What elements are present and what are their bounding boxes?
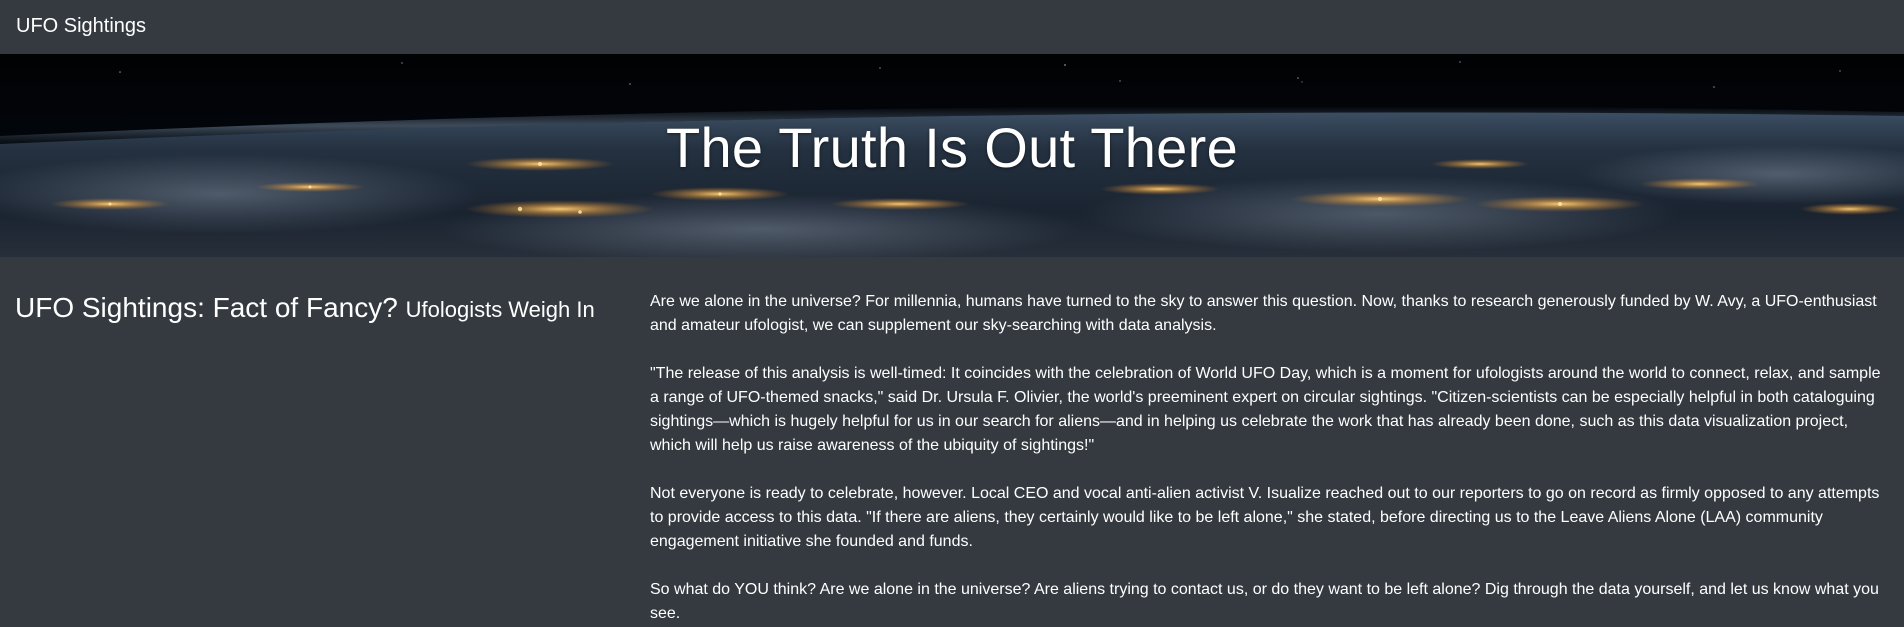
- main-content: UFO Sightings: Fact of Fancy? Ufologists…: [0, 257, 1904, 627]
- article-heading: UFO Sightings: Fact of Fancy? Ufologists…: [15, 291, 635, 325]
- article-paragraph-3: Not everyone is ready to celebrate, howe…: [650, 485, 1880, 550]
- article-paragraph-2: "The release of this analysis is well-ti…: [650, 365, 1881, 454]
- article-body: Are we alone in the universe? For millen…: [635, 257, 1889, 627]
- article-heading-column: UFO Sightings: Fact of Fancy? Ufologists…: [15, 257, 635, 627]
- navbar: UFO Sightings: [0, 0, 1904, 54]
- article-paragraph-1: Are we alone in the universe? For millen…: [650, 293, 1877, 334]
- hero-banner: The Truth Is Out There: [0, 54, 1904, 257]
- article-subheading: Ufologists Weigh In: [405, 297, 595, 322]
- article-heading-text: UFO Sightings: Fact of Fancy?: [15, 292, 398, 323]
- article-paragraph-4: So what do YOU think? Are we alone in th…: [650, 581, 1879, 622]
- navbar-brand-link[interactable]: UFO Sightings: [16, 15, 146, 38]
- hero-title: The Truth Is Out There: [665, 116, 1239, 179]
